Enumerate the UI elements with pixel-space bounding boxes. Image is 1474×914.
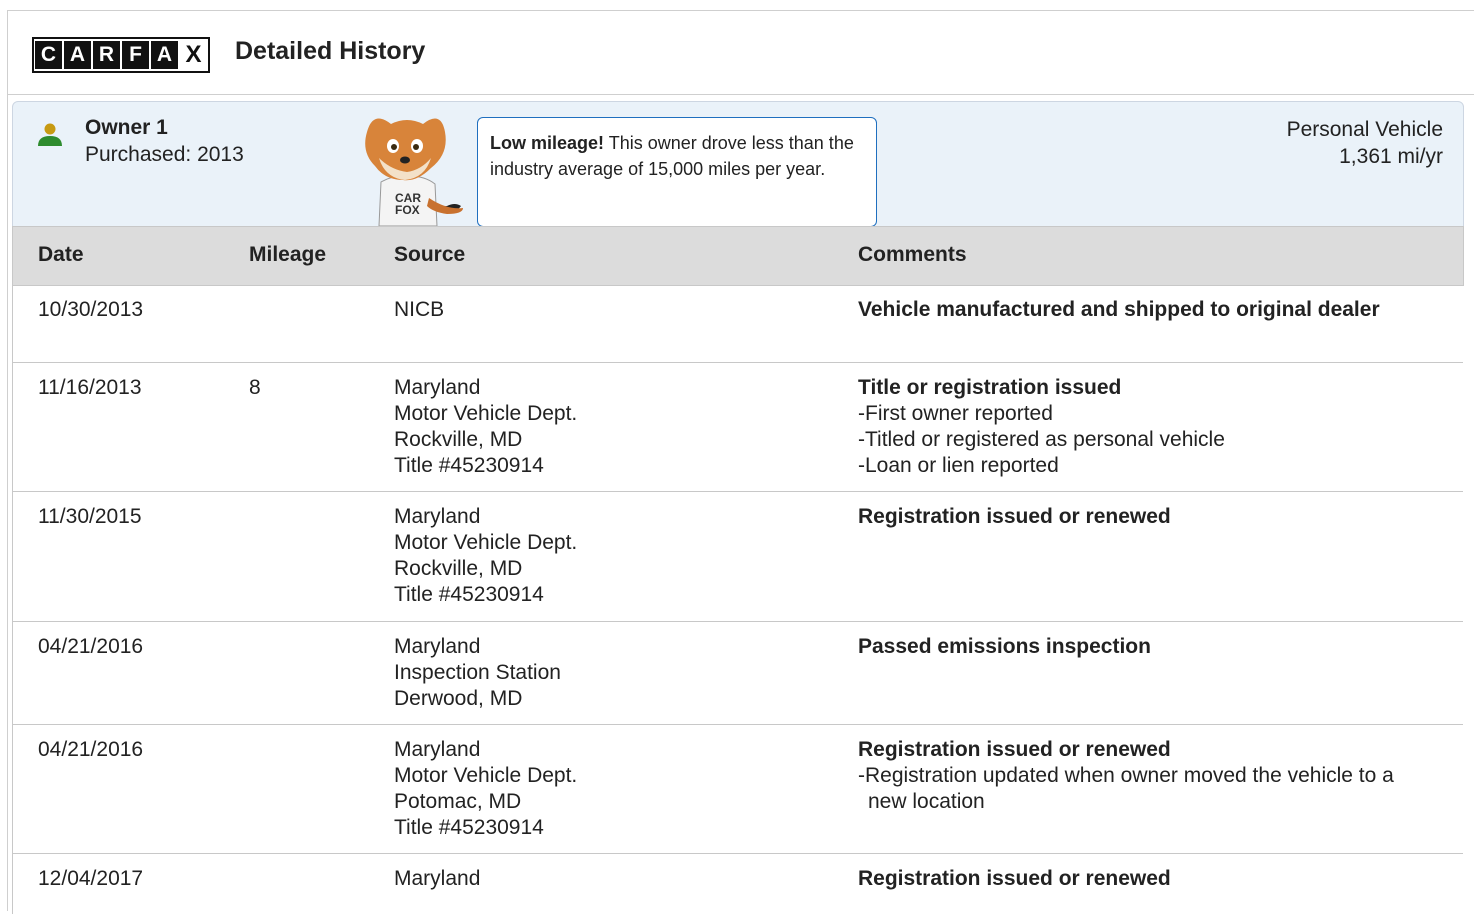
source-line: Rockville, MD: [394, 557, 523, 580]
column-header-mileage: Mileage: [249, 243, 327, 266]
column-header-date: Date: [38, 243, 84, 266]
table-row: 11/30/2015 Maryland Motor Vehicle Dept. …: [12, 492, 1463, 622]
owner-purchased: Purchased: 2013: [85, 143, 244, 166]
row-comments: Registration issued or renewed -Registra…: [858, 737, 1428, 815]
source-line: Potomac, MD: [394, 790, 522, 813]
comment-title: Title or registration issued: [858, 376, 1122, 399]
owner-name: Owner 1: [85, 116, 168, 139]
source-line: NICB: [394, 298, 445, 321]
row-source: Maryland Motor Vehicle Dept. Rockville, …: [394, 504, 577, 608]
logo-letter: F: [122, 41, 149, 69]
person-icon: [38, 123, 62, 146]
row-comments: Registration issued or renewed: [858, 504, 1171, 530]
low-mileage-tooltip: Low mileage! This owner drove less than …: [477, 117, 877, 227]
vehicle-use-type: Personal Vehicle: [1286, 118, 1443, 141]
carfax-logo: C A R F A X: [32, 37, 210, 73]
row-source: Maryland Motor Vehicle Dept. Rockville, …: [394, 375, 577, 479]
table-row: 12/04/2017 Maryland Registration issued …: [12, 854, 1463, 914]
source-line: Maryland: [394, 505, 481, 528]
logo-letter: R: [93, 41, 120, 69]
section-header: C A R F A X Detailed History: [8, 11, 1474, 95]
source-line: Title #45230914: [394, 816, 544, 839]
source-line: Maryland: [394, 635, 481, 658]
comment-item: -Registration updated when owner moved t…: [858, 764, 1394, 813]
source-line: Rockville, MD: [394, 428, 523, 451]
owner-summary: Owner 1 Purchased: 2013 CAR FOX Low mile…: [12, 101, 1464, 227]
tooltip-heading: Low mileage!: [490, 133, 605, 153]
source-line: Maryland: [394, 867, 481, 890]
table-row: 04/21/2016 Maryland Inspection Station D…: [12, 622, 1463, 725]
comment-item: -Loan or lien reported: [858, 454, 1059, 477]
logo-letter: A: [64, 41, 91, 69]
comment-title: Registration issued or renewed: [858, 867, 1171, 890]
comment-item: -First owner reported: [858, 402, 1053, 425]
mileage-rate: 1,361 mi/yr: [1339, 145, 1443, 168]
row-date: 11/30/2015: [38, 505, 142, 528]
section-title: Detailed History: [235, 37, 426, 65]
source-line: Maryland: [394, 376, 481, 399]
row-comments: Vehicle manufactured and shipped to orig…: [858, 297, 1418, 323]
carfox-mascot-icon: CAR FOX: [365, 118, 463, 226]
source-line: Title #45230914: [394, 583, 544, 606]
row-comments: Title or registration issued -First owne…: [858, 375, 1428, 479]
column-header-comments: Comments: [858, 243, 967, 266]
table-row: 04/21/2016 Maryland Motor Vehicle Dept. …: [12, 725, 1463, 854]
comment-title: Vehicle manufactured and shipped to orig…: [858, 298, 1380, 321]
source-line: Derwood, MD: [394, 687, 523, 710]
comment-title: Registration issued or renewed: [858, 738, 1171, 761]
source-line: Maryland: [394, 738, 481, 761]
row-source: Maryland Motor Vehicle Dept. Potomac, MD…: [394, 737, 577, 841]
row-mileage: 8: [249, 376, 261, 399]
row-date: 04/21/2016: [38, 738, 144, 761]
comment-item: -Titled or registered as personal vehicl…: [858, 428, 1225, 451]
row-source: NICB: [394, 297, 444, 323]
column-header-source: Source: [394, 243, 466, 266]
source-line: Motor Vehicle Dept.: [394, 531, 578, 554]
row-date: 10/30/2013: [38, 298, 144, 321]
row-date: 04/21/2016: [38, 635, 144, 658]
source-line: Motor Vehicle Dept.: [394, 764, 578, 787]
comment-title: Passed emissions inspection: [858, 635, 1151, 658]
table-row: 10/30/2013 NICB Vehicle manufactured and…: [12, 285, 1463, 363]
row-comments: Passed emissions inspection: [858, 634, 1151, 660]
row-source: Maryland Inspection Station Derwood, MD: [394, 634, 561, 712]
source-line: Title #45230914: [394, 454, 544, 477]
owner-vehicle-info: Personal Vehicle 1,361 mi/yr: [1287, 116, 1443, 170]
logo-letter: A: [151, 41, 178, 69]
row-comments: Registration issued or renewed: [858, 866, 1171, 892]
source-line: Inspection Station: [394, 661, 561, 684]
logo-letter: X: [180, 41, 207, 69]
history-table-header: Date Mileage Source Comments: [12, 226, 1464, 286]
logo-letter: C: [35, 41, 62, 69]
source-line: Motor Vehicle Dept.: [394, 402, 578, 425]
row-date: 12/04/2017: [38, 867, 144, 890]
comment-title: Registration issued or renewed: [858, 505, 1171, 528]
row-date: 11/16/2013: [38, 376, 142, 399]
row-source: Maryland: [394, 866, 480, 892]
svg-text:FOX: FOX: [395, 203, 420, 217]
table-row: 11/16/2013 8 Maryland Motor Vehicle Dept…: [12, 363, 1463, 492]
